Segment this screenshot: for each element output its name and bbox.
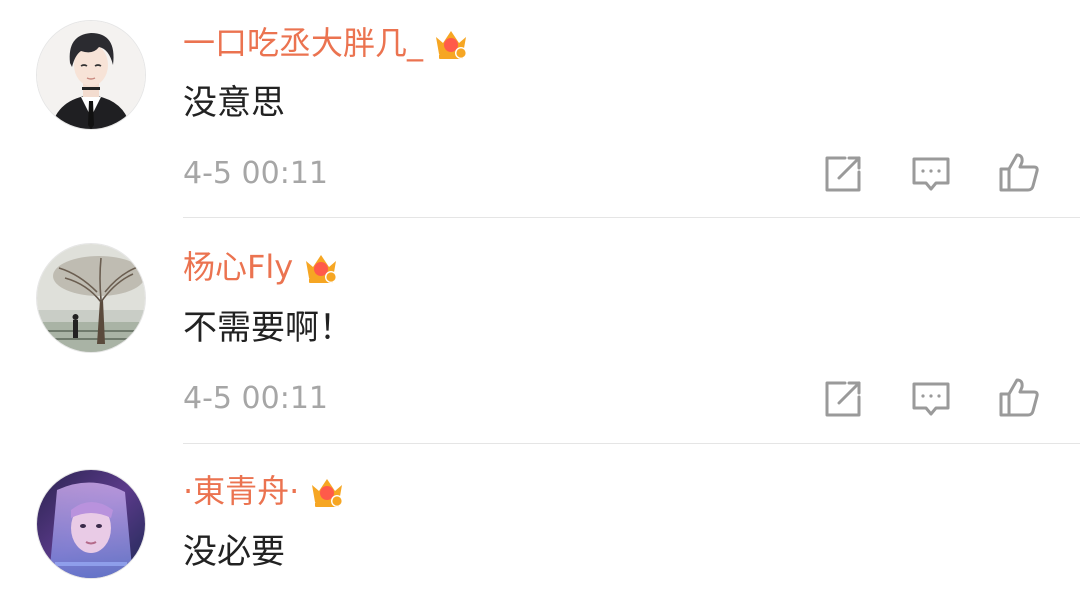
username[interactable]: ·東青舟· bbox=[183, 468, 299, 514]
username-row: 一口吃丞大胖几_ bbox=[183, 20, 471, 66]
username-row: 杨心Fly bbox=[183, 244, 341, 290]
comment-item: ·東青舟· 没必要 bbox=[0, 444, 1080, 608]
comment-item: 杨心Fly 不需要啊！ 4-5 00:11 bbox=[0, 218, 1080, 444]
username-row: ·東青舟· bbox=[183, 468, 347, 514]
like-icon[interactable] bbox=[997, 150, 1041, 194]
repost-icon[interactable] bbox=[821, 152, 865, 196]
comment-text: 没意思 bbox=[183, 83, 285, 123]
reply-icon[interactable] bbox=[909, 152, 953, 196]
avatar[interactable] bbox=[37, 21, 145, 129]
comment-item: 一口吃丞大胖几_ 没意思 4-5 00:11 bbox=[0, 0, 1080, 218]
comment-text: 没必要 bbox=[183, 532, 285, 572]
timestamp: 4-5 00:11 bbox=[183, 381, 328, 416]
vip-crown-icon bbox=[306, 255, 338, 283]
comment-text: 不需要啊！ bbox=[183, 308, 353, 348]
vip-crown-icon bbox=[312, 479, 344, 507]
comment-feed: { "colors": { "username": "#eb7350", "co… bbox=[0, 0, 1080, 608]
username[interactable]: 一口吃丞大胖几_ bbox=[183, 20, 423, 66]
reply-icon[interactable] bbox=[909, 377, 953, 421]
username[interactable]: 杨心Fly bbox=[183, 244, 293, 290]
repost-icon[interactable] bbox=[821, 377, 865, 421]
like-icon[interactable] bbox=[997, 375, 1041, 419]
avatar[interactable] bbox=[37, 244, 145, 352]
vip-crown-icon bbox=[436, 31, 468, 59]
avatar[interactable] bbox=[37, 470, 145, 578]
timestamp: 4-5 00:11 bbox=[183, 156, 328, 191]
